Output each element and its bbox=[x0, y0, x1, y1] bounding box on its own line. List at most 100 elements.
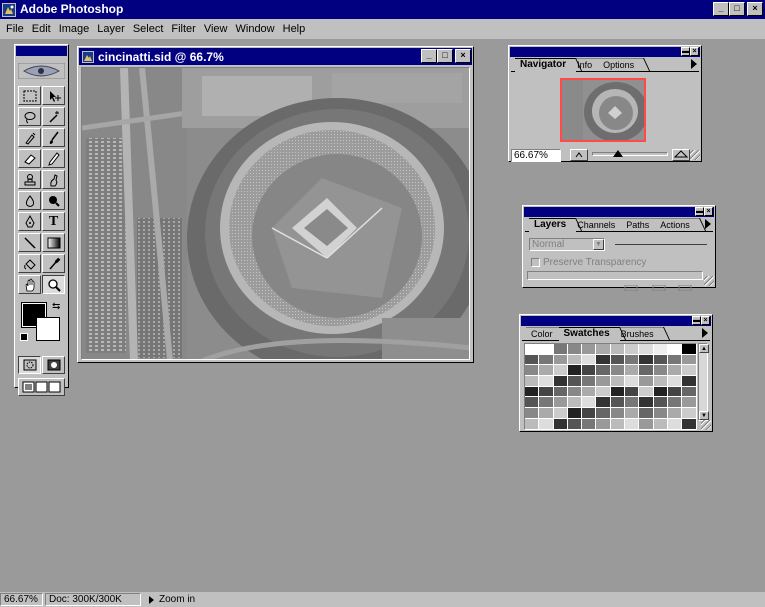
swatch-cell[interactable] bbox=[567, 397, 583, 409]
scroll-up-icon[interactable]: ▲ bbox=[699, 344, 709, 353]
eraser-tool-icon[interactable] bbox=[18, 149, 41, 168]
tab-actions[interactable]: Actions bbox=[655, 218, 700, 231]
paint-bucket-tool-icon[interactable] bbox=[18, 254, 41, 273]
swatch-cell[interactable] bbox=[553, 397, 568, 409]
swatch-cell[interactable] bbox=[567, 354, 583, 366]
swatch-cell[interactable] bbox=[667, 408, 683, 419]
swatch-cell[interactable] bbox=[667, 397, 683, 409]
doc-maximize-button[interactable]: □ bbox=[437, 49, 453, 63]
quick-mask-mode-icon[interactable] bbox=[42, 356, 65, 374]
layers-close-button[interactable]: × bbox=[704, 207, 713, 216]
swatch-cell[interactable] bbox=[596, 354, 611, 366]
layers-titlebar[interactable]: ▬ × bbox=[524, 207, 714, 217]
blend-mode-select[interactable]: Normal ▼ bbox=[529, 238, 605, 251]
tab-color[interactable]: Color bbox=[526, 327, 563, 340]
status-doc-size[interactable]: Doc: 300K/300K bbox=[45, 593, 141, 606]
swatch-cell[interactable] bbox=[625, 386, 640, 398]
maximize-button[interactable]: □ bbox=[729, 2, 745, 16]
document-titlebar[interactable]: cincinatti.sid @ 66.7% _ □ × bbox=[79, 48, 472, 65]
swatch-cell[interactable] bbox=[639, 365, 654, 377]
hand-tool-icon[interactable] bbox=[18, 275, 41, 294]
navigator-collapse-button[interactable]: ▬ bbox=[681, 47, 690, 56]
status-menu-arrow-icon[interactable] bbox=[149, 595, 154, 604]
swatch-cell[interactable] bbox=[596, 376, 611, 387]
swatch-cell[interactable] bbox=[653, 376, 668, 387]
swatch-cell[interactable] bbox=[639, 386, 654, 398]
swatch-cell[interactable] bbox=[567, 418, 583, 430]
swatch-cell[interactable] bbox=[653, 408, 668, 419]
swatch-cell[interactable] bbox=[567, 376, 583, 387]
navigator-titlebar[interactable]: ▬ × bbox=[510, 47, 700, 57]
swatch-cell[interactable] bbox=[667, 344, 683, 355]
swatch-cell[interactable] bbox=[582, 354, 597, 366]
zoom-tool-icon[interactable] bbox=[42, 275, 65, 294]
eye-logo-icon[interactable] bbox=[17, 62, 66, 80]
navigator-view-box[interactable] bbox=[560, 78, 646, 142]
swatch-cell[interactable] bbox=[596, 386, 611, 398]
swatch-cell[interactable] bbox=[653, 397, 668, 409]
swatch-cell[interactable] bbox=[553, 408, 568, 419]
mountain-large-icon[interactable] bbox=[672, 149, 690, 161]
menu-view[interactable]: View bbox=[200, 19, 232, 39]
swatch-cell[interactable] bbox=[639, 344, 654, 355]
marquee-tool-icon[interactable] bbox=[18, 86, 41, 105]
swatch-cell[interactable] bbox=[653, 354, 668, 366]
swatch-cell[interactable] bbox=[525, 376, 540, 387]
minimize-button[interactable]: _ bbox=[713, 2, 729, 16]
opacity-slider[interactable] bbox=[615, 244, 707, 245]
swatch-cell[interactable] bbox=[682, 344, 697, 355]
layers-list[interactable] bbox=[527, 271, 703, 280]
swatch-cell[interactable] bbox=[610, 344, 626, 355]
swatch-cell[interactable] bbox=[525, 408, 540, 419]
swatch-cell[interactable] bbox=[625, 397, 640, 409]
swatch-cell[interactable] bbox=[625, 408, 640, 419]
swatch-cell[interactable] bbox=[610, 376, 626, 387]
swatch-cell[interactable] bbox=[582, 376, 597, 387]
swatch-cell[interactable] bbox=[639, 376, 654, 387]
swatches-titlebar[interactable]: ▬ × bbox=[521, 316, 711, 326]
swatch-cell[interactable] bbox=[525, 344, 540, 355]
doc-minimize-button[interactable]: _ bbox=[421, 49, 437, 63]
mountain-small-icon[interactable] bbox=[570, 149, 588, 161]
menu-select[interactable]: Select bbox=[129, 19, 168, 39]
tab-navigator[interactable]: Navigator bbox=[515, 58, 577, 72]
swatch-cell[interactable] bbox=[653, 344, 668, 355]
swatch-cell[interactable] bbox=[539, 365, 554, 377]
line-tool-icon[interactable] bbox=[18, 233, 41, 252]
swatch-cell[interactable] bbox=[667, 376, 683, 387]
swatch-cell[interactable] bbox=[639, 408, 654, 419]
swatch-cell[interactable] bbox=[667, 418, 683, 430]
swatch-cell[interactable] bbox=[525, 418, 540, 430]
swatch-cell[interactable] bbox=[682, 397, 697, 409]
background-color-swatch[interactable] bbox=[36, 317, 60, 341]
swatch-cell[interactable] bbox=[625, 365, 640, 377]
swatch-cell[interactable] bbox=[610, 397, 626, 409]
doc-close-button[interactable]: × bbox=[455, 49, 471, 63]
move-tool-icon[interactable] bbox=[42, 86, 65, 105]
paintbrush-tool-icon[interactable] bbox=[42, 128, 65, 147]
swap-colors-icon[interactable]: ⇆ bbox=[52, 301, 60, 312]
lasso-tool-icon[interactable] bbox=[18, 107, 41, 126]
tab-layers[interactable]: Layers bbox=[529, 218, 577, 232]
swatch-cell[interactable] bbox=[682, 354, 697, 366]
screen-mode-icon[interactable] bbox=[18, 378, 65, 396]
swatch-cell[interactable] bbox=[582, 365, 597, 377]
tab-paths[interactable]: Paths bbox=[621, 218, 660, 231]
swatch-cell[interactable] bbox=[539, 397, 554, 409]
swatch-cell[interactable] bbox=[539, 418, 554, 430]
swatch-cell[interactable] bbox=[553, 386, 568, 398]
swatch-cell[interactable] bbox=[682, 408, 697, 419]
palette-menu-arrow-icon[interactable] bbox=[702, 328, 708, 338]
swatch-cell[interactable] bbox=[525, 397, 540, 409]
navigator-zoom-field[interactable]: 66.67% bbox=[511, 149, 561, 162]
swatch-cell[interactable] bbox=[553, 354, 568, 366]
navigator-close-button[interactable]: × bbox=[690, 47, 699, 56]
layers-collapse-button[interactable]: ▬ bbox=[695, 207, 704, 216]
swatch-cell[interactable] bbox=[653, 418, 668, 430]
swatch-cell[interactable] bbox=[539, 386, 554, 398]
swatch-cell[interactable] bbox=[610, 354, 626, 366]
swatch-cell[interactable] bbox=[525, 386, 540, 398]
swatch-cell[interactable] bbox=[625, 354, 640, 366]
default-colors-icon[interactable] bbox=[20, 333, 28, 341]
swatch-cell[interactable] bbox=[596, 397, 611, 409]
